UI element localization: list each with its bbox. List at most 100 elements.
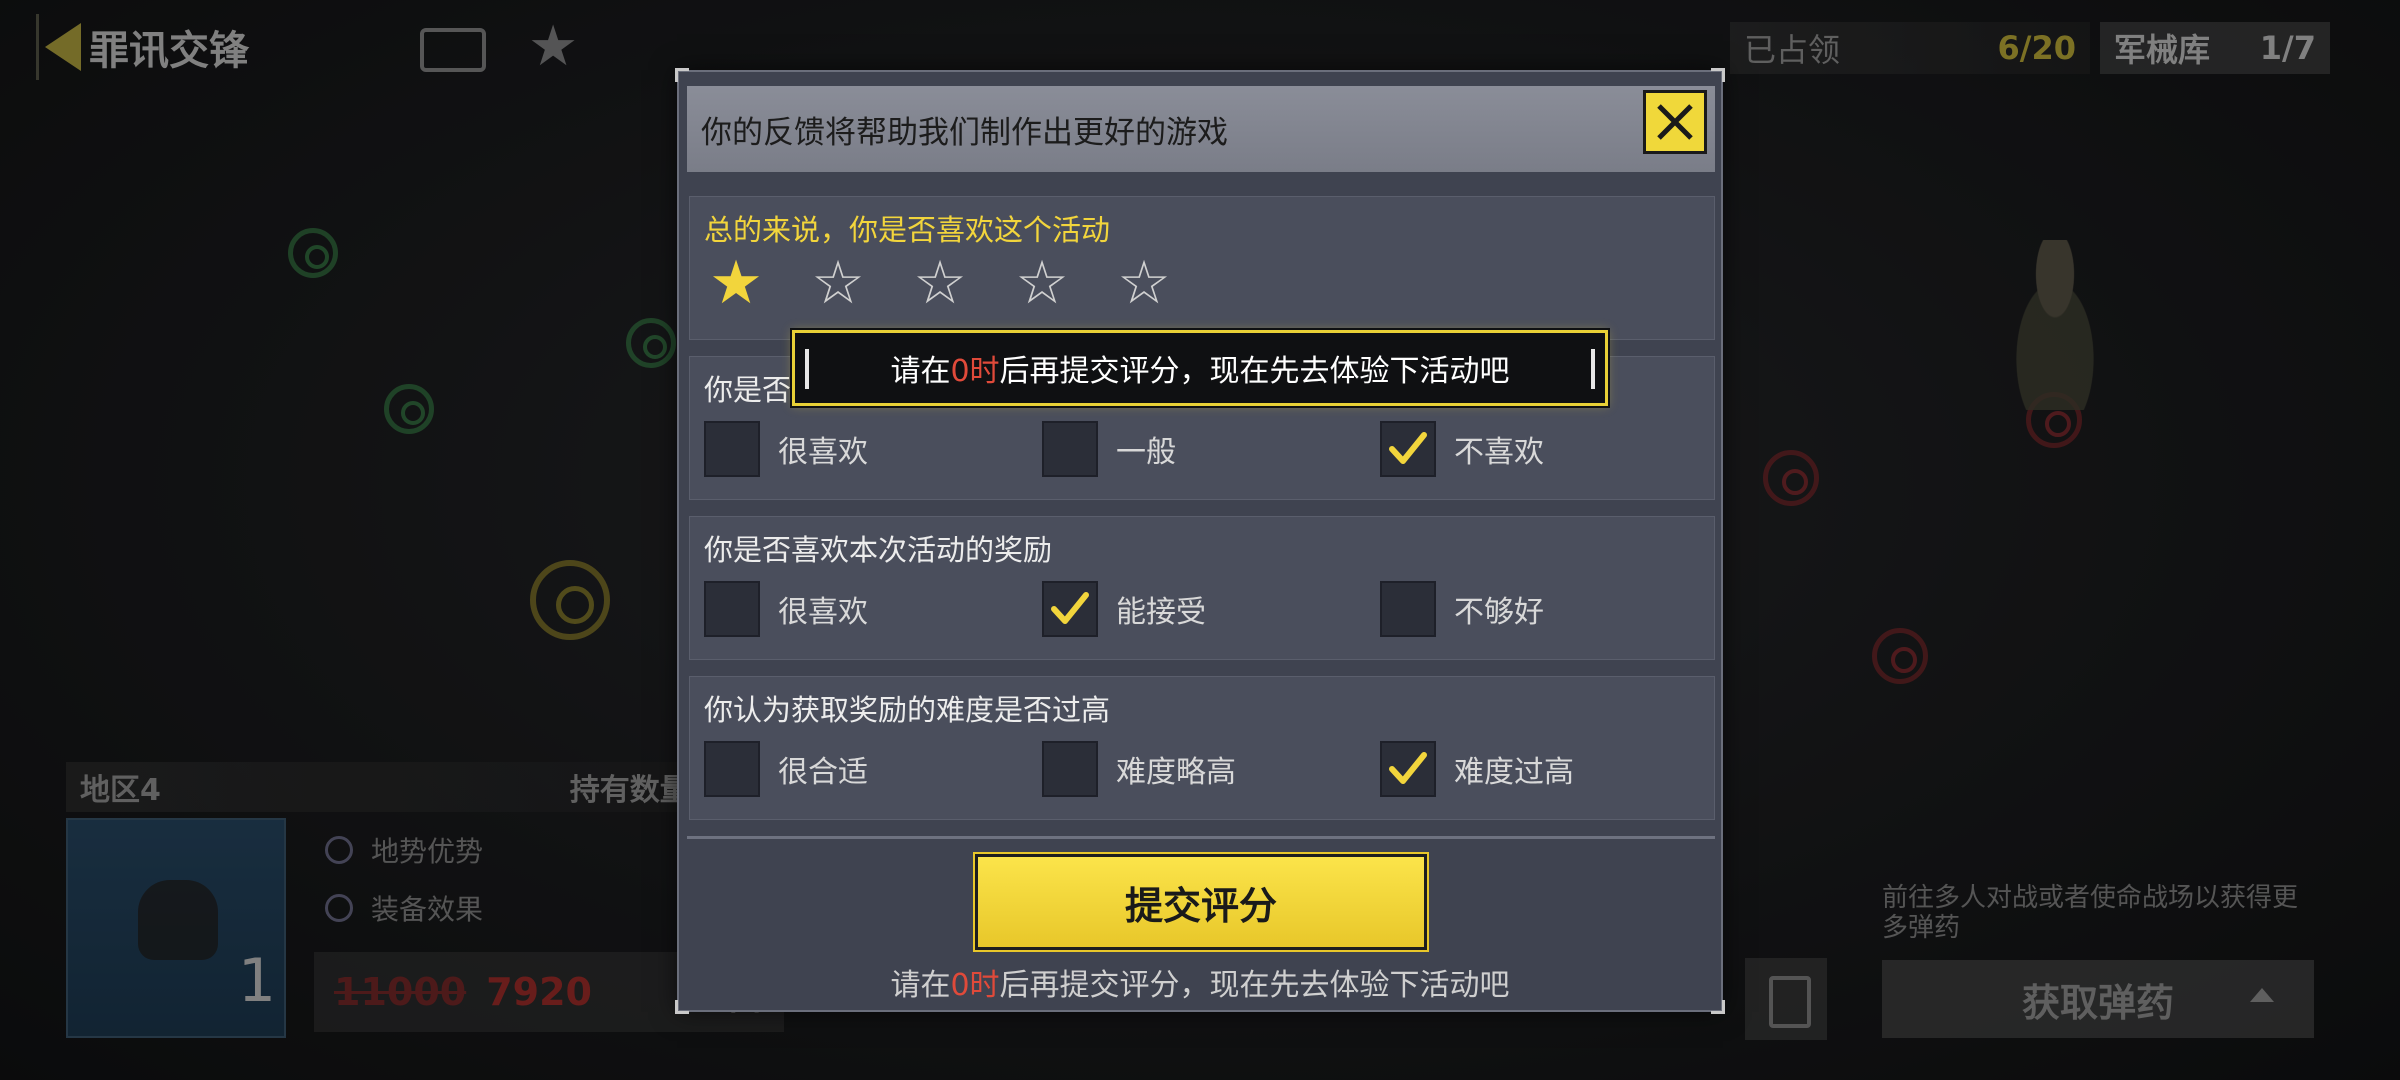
- toast-pre: 请在: [890, 354, 951, 389]
- toast-bar-decoration: [1591, 349, 1595, 389]
- form-option-2[interactable]: 一般: [1042, 421, 1176, 477]
- occupied-label: 已占领: [1744, 31, 1841, 69]
- star-icon-5[interactable]: ☆: [1112, 253, 1176, 313]
- region-label: 地区4: [80, 773, 161, 808]
- checkbox[interactable]: [704, 741, 760, 797]
- difficulty-option-1[interactable]: 很合适: [704, 741, 868, 797]
- occupied-counter: 已占领 6/20: [1730, 22, 2090, 74]
- option-label: 很合适: [778, 755, 868, 790]
- checkbox[interactable]: [704, 581, 760, 637]
- corner-decoration: [675, 68, 689, 82]
- submit-rating-button[interactable]: 提交评分: [975, 854, 1427, 950]
- map-node-green[interactable]: [288, 228, 338, 278]
- region-bar: 地区4 持有数量 72: [66, 762, 756, 812]
- star-icon-3[interactable]: ☆: [908, 253, 972, 313]
- item-count: 1: [237, 946, 276, 1016]
- option-label: 难度略高: [1116, 755, 1236, 790]
- item-card[interactable]: 1: [66, 818, 286, 1038]
- holding-label: 持有数量: [569, 773, 690, 808]
- attr-equipment: 装备效果: [325, 888, 483, 928]
- option-label: 不喜欢: [1454, 435, 1544, 470]
- section-difficulty: 你认为获取奖励的难度是否过高 很合适 难度略高 难度过高: [689, 676, 1715, 820]
- enemy-soldier-avatar[interactable]: [1995, 240, 2115, 410]
- reward-option-1[interactable]: 很喜欢: [704, 581, 868, 637]
- modal-header: 你的反馈将帮助我们制作出更好的游戏: [687, 86, 1715, 172]
- checkbox-checked[interactable]: [1380, 741, 1436, 797]
- section-overall-rating: 总的来说，你是否喜欢这个活动 ★ ☆ ☆ ☆ ☆: [689, 196, 1715, 340]
- get-ammo-label: 获取弹药: [2021, 980, 2174, 1025]
- event-title: 罪讯交锋: [89, 28, 249, 74]
- arsenal-counter[interactable]: 军械库 1/7: [2100, 22, 2330, 74]
- option-label: 能接受: [1116, 595, 1206, 630]
- star-icon-2[interactable]: ☆: [806, 253, 870, 313]
- close-button[interactable]: [1643, 90, 1707, 154]
- option-label: 不够好: [1454, 595, 1544, 630]
- ammo-hint: 前往多人对战或者使命战场以获得更多弹药: [1882, 883, 2299, 943]
- ammo-icon: [325, 894, 353, 922]
- map-node-green[interactable]: [384, 384, 434, 434]
- option-label: 很喜欢: [778, 435, 868, 470]
- difficulty-option-2[interactable]: 难度略高: [1042, 741, 1236, 797]
- star-icon[interactable]: ★: [528, 14, 578, 79]
- checkbox[interactable]: [1042, 421, 1098, 477]
- attr-terrain-label: 地势优势: [371, 835, 484, 868]
- hint-time: 0时: [950, 968, 1000, 1003]
- star-icon-4[interactable]: ☆: [1010, 253, 1074, 313]
- star-rating[interactable]: ★ ☆ ☆ ☆ ☆: [704, 253, 1176, 313]
- vehicle-icon: [138, 880, 218, 960]
- difficulty-option-3[interactable]: 难度过高: [1380, 741, 1574, 797]
- section-reward: 你是否喜欢本次活动的奖励 很喜欢 能接受 不够好: [689, 516, 1715, 660]
- question-difficulty: 你认为获取奖励的难度是否过高: [704, 693, 1111, 727]
- divider: [687, 836, 1715, 839]
- attr-terrain: 地势优势: [325, 830, 483, 870]
- hint-post: 后再提交评分，现在先去体验下活动吧: [999, 968, 1510, 1003]
- check-icon: [1389, 432, 1427, 464]
- arsenal-label: 军械库: [2114, 31, 2211, 69]
- option-label: 难度过高: [1454, 755, 1574, 790]
- checkbox[interactable]: [1380, 581, 1436, 637]
- toast-message: 请在 0时 后再提交评分，现在先去体验下活动吧: [792, 330, 1608, 406]
- option-label: 很喜欢: [778, 595, 868, 630]
- back-button[interactable]: 罪讯交锋: [36, 14, 296, 80]
- star-icon-1[interactable]: ★: [704, 253, 768, 313]
- close-icon: [1657, 104, 1693, 140]
- toast-post: 后再提交评分，现在先去体验下活动吧: [999, 354, 1510, 389]
- back-arrow-icon: [45, 23, 81, 71]
- document-icon[interactable]: [1745, 958, 1827, 1040]
- occupied-value: 6/20: [1997, 29, 2076, 67]
- modal-title: 你的反馈将帮助我们制作出更好的游戏: [701, 114, 1228, 151]
- map-node-green[interactable]: [626, 318, 676, 368]
- checkbox-checked[interactable]: [1042, 581, 1098, 637]
- option-label: 一般: [1116, 435, 1176, 470]
- reward-option-2[interactable]: 能接受: [1042, 581, 1206, 637]
- submit-hint: 请在0时后再提交评分，现在先去体验下活动吧: [679, 960, 1721, 1004]
- form-option-1[interactable]: 很喜欢: [704, 421, 868, 477]
- price-new: 7920: [486, 970, 592, 1014]
- attr-equipment-label: 装备效果: [371, 893, 484, 926]
- checkbox-checked[interactable]: [1380, 421, 1436, 477]
- map-node-red[interactable]: [1763, 450, 1819, 506]
- checkbox[interactable]: [1042, 741, 1098, 797]
- book-icon[interactable]: [420, 28, 486, 72]
- toast-time: 0时: [950, 354, 1000, 389]
- get-ammo-button[interactable]: 获取弹药: [1882, 960, 2314, 1038]
- check-icon: [1389, 752, 1427, 784]
- price-old: 11000: [334, 970, 467, 1014]
- question-form: 你是否: [704, 373, 792, 407]
- checkbox[interactable]: [704, 421, 760, 477]
- map-node-red[interactable]: [1872, 628, 1928, 684]
- question-reward: 你是否喜欢本次活动的奖励: [704, 533, 1053, 567]
- submit-label: 提交评分: [1124, 883, 1277, 928]
- check-icon: [1051, 592, 1089, 624]
- target-icon: [325, 836, 353, 864]
- question-overall: 总的来说，你是否喜欢这个活动: [704, 213, 1111, 247]
- form-option-3[interactable]: 不喜欢: [1380, 421, 1544, 477]
- chevron-up-icon: [2250, 988, 2274, 1002]
- corner-decoration: [1711, 68, 1725, 82]
- hint-pre: 请在: [890, 968, 951, 1003]
- toast-bar-decoration: [805, 349, 809, 389]
- reward-option-3[interactable]: 不够好: [1380, 581, 1544, 637]
- arsenal-value: 1/7: [2259, 29, 2316, 67]
- map-node-current[interactable]: [530, 560, 610, 640]
- feedback-modal: 你的反馈将帮助我们制作出更好的游戏 总的来说，你是否喜欢这个活动 ★ ☆ ☆ ☆…: [675, 68, 1725, 1014]
